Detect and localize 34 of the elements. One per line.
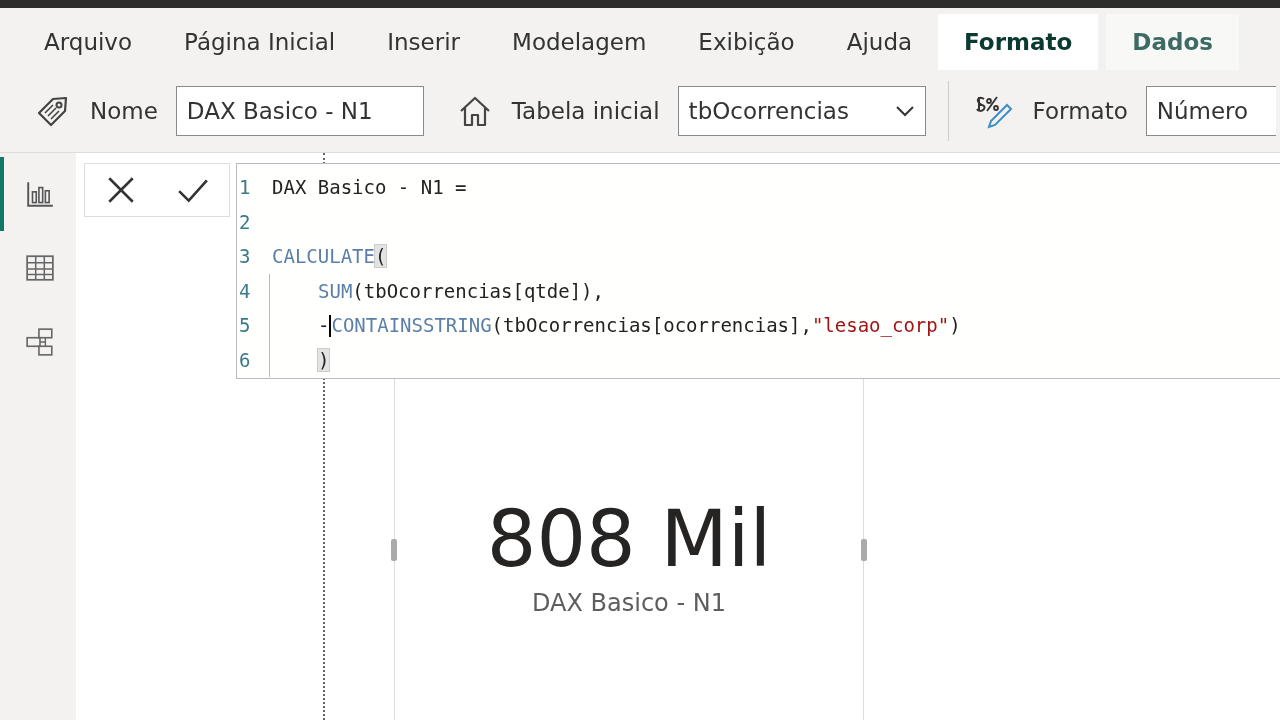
code-line: -CONTAINSSTRING(tbOcorrencias[ocorrencias],"lesao_corp")	[317, 313, 961, 337]
ribbon-tab[interactable]: Ajuda	[820, 14, 939, 70]
code-line: CALCULATE(	[271, 245, 387, 268]
line-number: 3	[238, 245, 252, 268]
name-label: Nome	[90, 98, 158, 124]
ribbon-tab[interactable]: Formato	[938, 14, 1099, 70]
ribbon-tab[interactable]: Inserir	[361, 14, 487, 70]
model-icon	[25, 327, 55, 357]
card-visual[interactable]: 808 Mil DAX Basico - N1	[394, 379, 864, 720]
name-field[interactable]: DAX Basico - N1	[175, 86, 424, 136]
code-line: SUM(tbOcorrencias[qtde]),	[317, 279, 604, 302]
line-number: 2	[238, 210, 252, 233]
table-dropdown[interactable]: tbOcorrencias	[677, 86, 926, 136]
home-table-label: Tabela inicial	[511, 98, 660, 124]
table-icon	[25, 253, 55, 283]
ribbon-tab[interactable]: Exibição	[672, 14, 821, 70]
formula-editor[interactable]: 1 DAX Basico - N1 = 2 3 CALCULATE( 4 SUM(tbOcorrencias[qtde]), 5 -CONTAINSSTRING(tbOcorrencias[ocorrencias],"lesao_corp") 6 )	[236, 163, 1280, 379]
line-number: 6	[238, 348, 252, 371]
format-label: Formato	[1032, 98, 1128, 124]
format-field[interactable]: Número	[1145, 86, 1276, 136]
chevron-icon	[894, 105, 915, 117]
ribbon-tab[interactable]: Dados	[1106, 14, 1239, 70]
card-label: DAX Basico - N1	[532, 588, 726, 617]
line-number: 5	[238, 314, 252, 337]
ribbon-tab[interactable]: Página Inicial	[158, 14, 362, 70]
card-value: 808 Mil	[486, 497, 772, 583]
code-line: DAX Basico - N1 =	[271, 176, 467, 199]
resize-handle[interactable]	[861, 539, 867, 561]
line-number: 1	[238, 176, 252, 199]
line-number: 4	[238, 279, 252, 302]
bar-chart-icon	[25, 179, 55, 209]
ribbon-tab[interactable]: Arquivo	[18, 14, 159, 70]
resize-handle[interactable]	[391, 539, 397, 561]
ribbon-tab[interactable]: Modelagem	[486, 14, 673, 70]
